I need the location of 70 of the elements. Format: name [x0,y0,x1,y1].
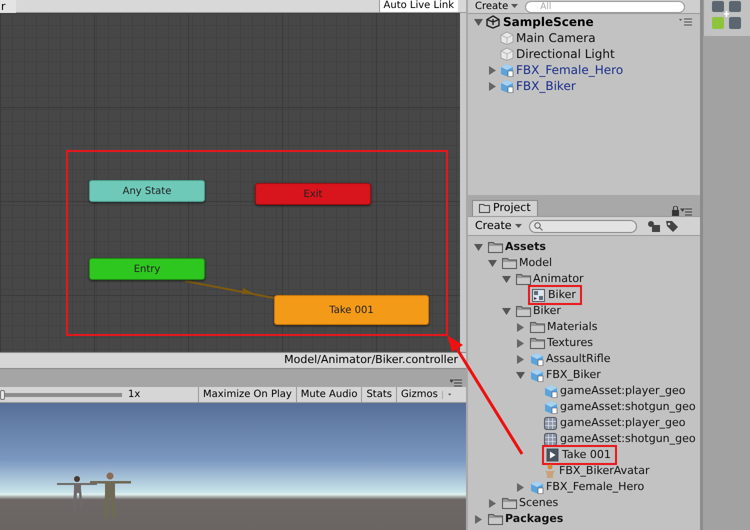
collapsed-arrow-icon[interactable] [474,514,483,524]
dropdown-caret-icon[interactable] [511,4,518,9]
collapsed-arrow-icon[interactable] [516,354,525,364]
cube-icon [544,384,558,398]
dropdown-caret-icon[interactable] [514,224,522,228]
controller-icon [532,288,545,302]
folder-icon [516,273,531,285]
cube-icon [500,47,514,61]
state-node[interactable]: Entry [89,258,205,280]
cube-icon [500,31,514,45]
cube-icon [530,368,544,382]
hierarchy-item[interactable]: Main Camera [516,29,596,47]
menu-icon[interactable] [679,18,692,26]
layout-icon[interactable] [711,1,743,31]
hierarchy-item[interactable]: Directional Light [516,45,615,63]
expanded-arrow-icon[interactable] [516,370,525,380]
expanded-arrow-icon[interactable] [502,306,511,316]
hierarchy-item[interactable]: FBX_Female_Hero [516,61,624,79]
folder-icon [530,321,545,333]
search-field[interactable]: All [525,0,686,12]
slider-thumb[interactable] [0,390,5,400]
cube-icon [530,480,544,494]
create-dropdown[interactable]: Create [472,0,522,13]
folder-icon [488,241,503,253]
folder-icon [488,513,503,525]
search-field[interactable] [528,220,637,232]
scene-name[interactable]: SampleScene [503,13,679,31]
folder-icon [479,204,490,213]
expanded-arrow-icon[interactable] [488,258,497,268]
menu-icon[interactable] [450,379,462,387]
collapsed-arrow-icon[interactable] [488,498,497,508]
grid-icon [544,416,557,430]
tree-item[interactable]: Biker [528,285,582,305]
collapsed-arrow-icon[interactable] [516,322,525,332]
expanded-arrow-icon[interactable] [502,274,511,284]
scale-label: 1x [128,388,142,402]
search-icon [534,222,543,230]
collapsed-arrow-icon[interactable] [516,338,525,348]
collapsed-arrow-icon[interactable] [488,66,497,74]
lock-icon[interactable] [672,206,692,216]
cube-icon [544,400,558,414]
figure-icon [544,464,556,478]
folder-icon [502,497,517,509]
project-tab[interactable]: Project [472,200,538,216]
folder-icon [530,337,545,349]
expanded-arrow-icon[interactable] [474,242,483,252]
folder-icon [516,305,531,317]
dropdown-caret-icon[interactable] [442,390,454,398]
hierarchy-item[interactable]: FBX_Biker [516,77,576,95]
cube-icon [500,63,514,77]
scale-slider[interactable] [0,390,122,400]
filter-type-icon[interactable] [646,220,661,232]
state-node[interactable]: Any State [89,180,205,202]
collapsed-arrow-icon[interactable] [488,82,497,90]
breadcrumb-tab[interactable]: r [0,0,16,12]
controller-path: Model/Animator/Biker.controller [284,352,458,368]
cube-icon [530,352,544,366]
folder-icon [502,257,517,269]
tree-item[interactable]: Take 001 [542,445,617,465]
auto-live-link-button[interactable]: Auto Live Link [378,0,458,12]
expanded-arrow-icon[interactable] [474,18,483,26]
cube-icon [500,79,514,93]
transition-arrow[interactable] [185,280,275,300]
collapsed-arrow-icon[interactable] [516,482,525,492]
state-node[interactable]: Take 001 [274,295,429,325]
grid-icon [544,432,557,446]
create-dropdown[interactable]: Create [472,218,525,234]
play-clip-icon [546,448,559,462]
tag-icon[interactable] [664,220,679,232]
unity-logo-icon [486,15,500,29]
